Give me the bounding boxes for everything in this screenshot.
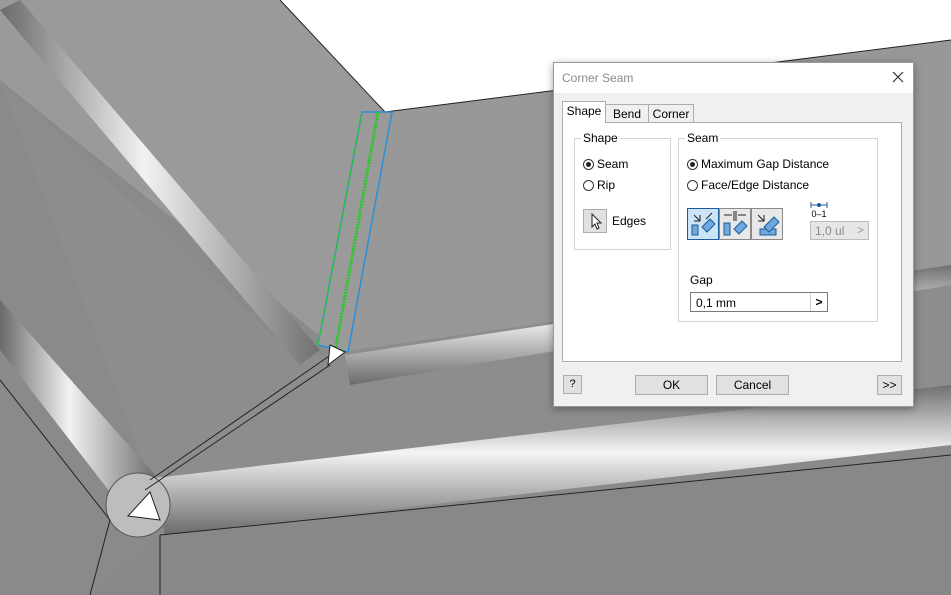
- rip-radio-label: Rip: [597, 178, 616, 192]
- seam-group-title: Seam: [685, 131, 721, 145]
- ratio-icon-label: 0–1: [811, 209, 827, 219]
- shape-group: Shape Seam Rip Edges: [574, 131, 671, 250]
- dialog-titlebar[interactable]: Corner Seam: [554, 63, 913, 93]
- seam-radio-label: Seam: [597, 157, 629, 171]
- cancel-button-label: Cancel: [733, 378, 772, 392]
- seam-radio-indicator[interactable]: [583, 158, 594, 170]
- ratio-value: 1,0 ul: [815, 224, 845, 238]
- cancel-button[interactable]: Cancel: [716, 375, 789, 395]
- face-edge-radio[interactable]: Face/Edge Distance: [687, 178, 809, 192]
- ratio-field: 1,0 ul >: [810, 221, 869, 240]
- ratio-icon: 0–1: [809, 201, 829, 219]
- rip-radio-indicator[interactable]: [583, 179, 594, 191]
- gap-arrow-icon[interactable]: >: [810, 293, 827, 311]
- help-icon: ?: [569, 378, 576, 390]
- max-gap-radio[interactable]: Maximum Gap Distance: [687, 157, 829, 171]
- tab-corner[interactable]: Corner: [648, 104, 694, 123]
- reverse-overlap-button[interactable]: [751, 208, 783, 240]
- cursor-arrow-icon: [591, 212, 603, 230]
- symmetric-gap-button[interactable]: [687, 208, 719, 240]
- overlap-button[interactable]: [719, 208, 751, 240]
- face-edge-radio-indicator[interactable]: [687, 179, 698, 191]
- tab-bend[interactable]: Bend: [604, 104, 650, 123]
- more-button-label: >>: [882, 378, 897, 392]
- reverse-overlap-icon: [757, 214, 780, 236]
- tab-panel-shape: Shape Seam Rip Edges Seam Maximum Gap Di…: [562, 122, 902, 362]
- edges-label: Edges: [612, 214, 647, 228]
- help-button[interactable]: ?: [563, 375, 582, 394]
- ratio-arrow-icon: >: [856, 223, 864, 237]
- tab-bend-label: Bend: [612, 107, 642, 121]
- max-gap-radio-indicator[interactable]: [687, 158, 698, 170]
- face-edge-radio-label: Face/Edge Distance: [701, 178, 810, 192]
- close-icon[interactable]: [889, 68, 907, 86]
- gap-value: 0,1 mm: [696, 296, 737, 310]
- edges-select-button[interactable]: [583, 209, 607, 233]
- tab-corner-label: Corner: [652, 107, 690, 121]
- more-button[interactable]: >>: [877, 375, 902, 395]
- symmetric-gap-icon: [691, 212, 716, 236]
- shape-group-title: Shape: [581, 131, 620, 145]
- ok-button-label: OK: [662, 378, 681, 392]
- tab-shape[interactable]: Shape: [562, 101, 606, 123]
- corner-seam-dialog: Corner Seam Shape Bend Corner Shape Seam…: [553, 62, 914, 407]
- dialog-title: Corner Seam: [562, 71, 634, 85]
- max-gap-radio-label: Maximum Gap Distance: [701, 157, 830, 171]
- tab-shape-label: Shape: [566, 104, 602, 118]
- ok-button[interactable]: OK: [635, 375, 708, 395]
- gap-label: Gap: [690, 273, 713, 287]
- gap-input[interactable]: 0,1 mm >: [690, 292, 828, 312]
- seam-group: Seam Maximum Gap Distance Face/Edge Dist…: [678, 131, 878, 322]
- overlap-icon: [723, 211, 748, 236]
- seam-radio[interactable]: Seam: [583, 157, 628, 171]
- rip-radio[interactable]: Rip: [583, 178, 615, 192]
